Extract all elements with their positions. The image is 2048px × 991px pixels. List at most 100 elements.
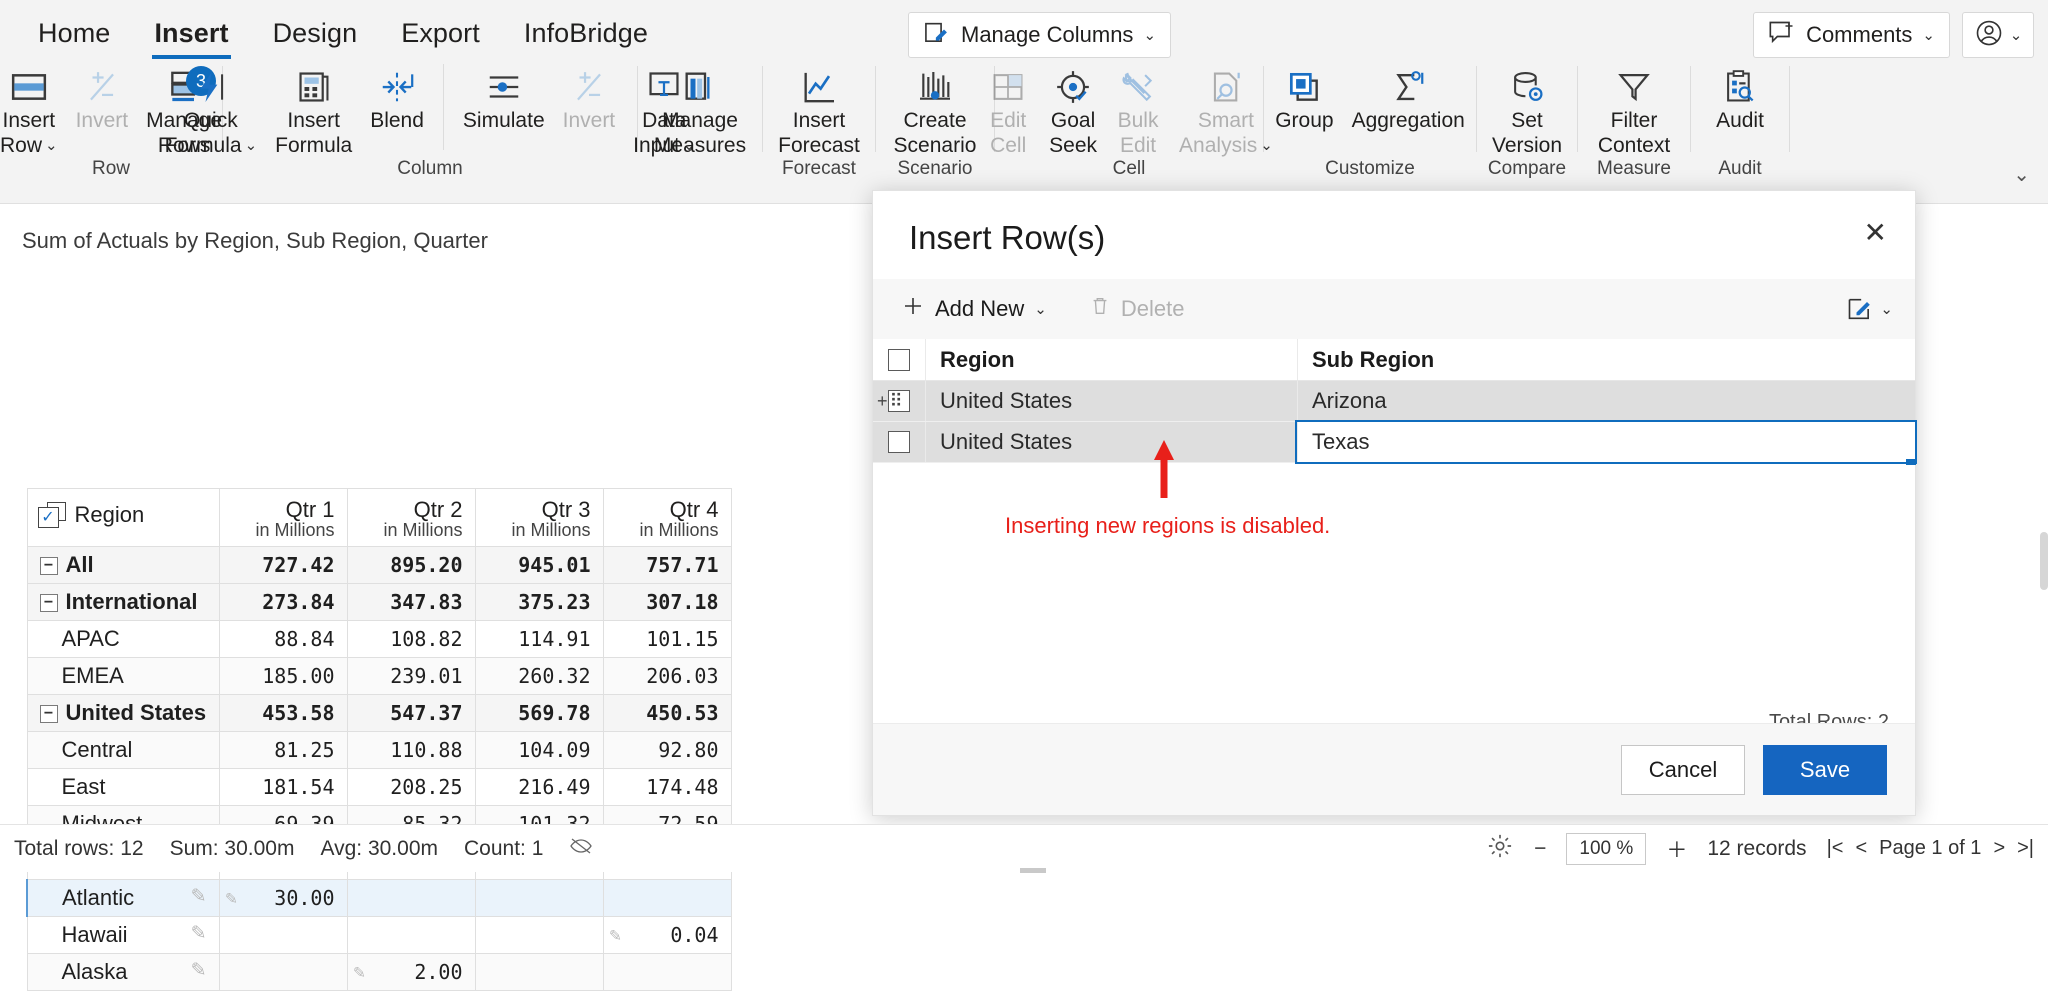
set-version-button[interactable]: Set Version [1483, 62, 1571, 162]
close-icon[interactable]: ✕ [1864, 219, 1887, 247]
grid-cell[interactable]: 260.32 [474, 657, 604, 695]
grid-row[interactable]: Alaska ✎ ✎ 2.00 [26, 953, 732, 991]
grid-cell[interactable]: 569.78 [474, 694, 604, 732]
grid-cell[interactable] [474, 916, 604, 954]
zoom-level[interactable]: 100 % [1566, 832, 1647, 865]
select-all-checkbox[interactable] [888, 348, 910, 371]
collapse-ribbon-icon[interactable]: ⌄ [2013, 162, 2030, 187]
last-page-button[interactable]: >| [2017, 837, 2034, 860]
grid-row[interactable]: − International 273.84 347.83 375.23 307.18 [26, 583, 732, 621]
grid-row[interactable]: − All 727.42 895.20 945.01 757.71 [26, 546, 732, 584]
grid-cell[interactable]: 174.48 [602, 768, 732, 806]
row-label-cell[interactable]: Hawaii ✎ [26, 916, 220, 954]
blend-button[interactable]: Blend [361, 62, 433, 137]
group-button[interactable]: Group [1266, 62, 1342, 137]
quick-formula-button[interactable]: Quick Formula ⌄ [156, 62, 267, 162]
tab-infobridge[interactable]: InfoBridge [502, 10, 670, 57]
edit-cell-button[interactable]: Edit Cell [976, 62, 1040, 162]
row-checkbox[interactable] [888, 431, 910, 453]
grid-row[interactable]: East 181.54 208.25 216.49 174.48 [26, 768, 732, 806]
dialog-row[interactable]: United States Texas [873, 420, 1917, 465]
column-header-qtr-3[interactable]: Qtr 3 in Millions [474, 488, 604, 547]
row-select-cell[interactable] [873, 431, 925, 453]
select-all-cell[interactable] [873, 348, 925, 371]
cancel-button[interactable]: Cancel [1621, 744, 1745, 795]
grid-row[interactable]: EMEA 185.00 239.01 260.32 206.03 [26, 657, 732, 695]
column-header-region[interactable]: Region [925, 339, 1297, 380]
next-page-button[interactable]: > [1993, 837, 2005, 860]
grid-cell[interactable] [602, 879, 732, 917]
audit-button[interactable]: Audit [1707, 62, 1773, 137]
grid-cell[interactable]: 110.88 [346, 731, 476, 769]
bulk-edit-button[interactable]: Bulk Edit [1106, 62, 1170, 162]
grid-cell[interactable]: 727.42 [218, 546, 348, 584]
cell-region[interactable]: United States [925, 381, 1297, 421]
grid-cell[interactable]: 757.71 [602, 546, 732, 584]
row-label-cell[interactable]: − All [26, 546, 220, 584]
row-drag-handle[interactable]: + ⠿ [877, 391, 903, 412]
cell-sub-region[interactable]: Texas [1295, 420, 1917, 465]
grid-cell[interactable] [602, 953, 732, 991]
grid-cell[interactable] [474, 879, 604, 917]
invert-column-button[interactable]: Invert [554, 62, 625, 137]
row-label-cell[interactable]: − International [26, 583, 220, 621]
tab-insert[interactable]: Insert [132, 10, 250, 59]
grid-cell[interactable]: 347.83 [346, 583, 476, 621]
vertical-scrollbar-thumb[interactable] [2040, 532, 2048, 590]
filter-context-button[interactable]: Filter Context [1589, 62, 1679, 162]
settings-gear-icon[interactable] [1486, 832, 1514, 866]
grid-row[interactable]: Hawaii ✎ ✎ 0.04 [26, 916, 732, 954]
grid-cell[interactable] [218, 953, 348, 991]
account-button[interactable]: ⌄ [1962, 12, 2034, 58]
cell-sub-region[interactable]: Arizona [1297, 381, 1915, 421]
goal-seek-button[interactable]: Goal Seek [1040, 62, 1106, 162]
zoom-out-button[interactable]: − [1534, 837, 1546, 861]
tab-design[interactable]: Design [251, 10, 380, 57]
invert-row-button[interactable]: Invert [67, 62, 138, 137]
column-header-sub-region[interactable]: Sub Region [1297, 339, 1915, 380]
grid-cell[interactable]: 185.00 [218, 657, 348, 695]
grid-row[interactable]: Central 81.25 110.88 104.09 92.80 [26, 731, 732, 769]
expander-icon[interactable]: − [39, 557, 58, 576]
grid-row[interactable]: Atlantic ✎ ✎ 30.00 [26, 879, 732, 917]
delete-button[interactable]: Delete [1075, 294, 1199, 324]
cell-region[interactable]: United States [925, 422, 1297, 462]
grid-cell[interactable]: 114.91 [474, 620, 604, 658]
tab-export[interactable]: Export [379, 10, 502, 57]
grid-cell[interactable]: 895.20 [346, 546, 476, 584]
grid-cell[interactable]: 547.37 [346, 694, 476, 732]
column-header-qtr-1[interactable]: Qtr 1 in Millions [218, 488, 348, 547]
column-header-qtr-4[interactable]: Qtr 4 in Millions [602, 488, 732, 547]
column-header-region[interactable]: ✓ Region [26, 488, 220, 547]
insert-forecast-button[interactable]: Insert Forecast [769, 62, 869, 162]
grid-cell[interactable]: 88.84 [218, 620, 348, 658]
horizontal-scrollbar-thumb[interactable] [1020, 868, 1046, 873]
grid-cell[interactable]: 92.80 [602, 731, 732, 769]
row-label-cell[interactable]: APAC [26, 620, 220, 658]
grid-cell[interactable]: 216.49 [474, 768, 604, 806]
first-page-button[interactable]: |< [1827, 837, 1844, 860]
row-label-cell[interactable]: Atlantic ✎ [26, 879, 220, 917]
dialog-row[interactable]: + ⠿ United States Arizona [873, 381, 1915, 422]
expander-icon[interactable]: − [39, 594, 58, 613]
grid-cell[interactable]: 101.15 [602, 620, 732, 658]
grid-cell[interactable]: ✎ 0.04 [602, 916, 732, 954]
row-label-cell[interactable]: Central [26, 731, 220, 769]
simulate-button[interactable]: Simulate [454, 62, 554, 137]
insert-row-button[interactable]: Insert Row ⌄ [0, 62, 67, 162]
grid-cell[interactable]: 273.84 [218, 583, 348, 621]
row-label-cell[interactable]: Alaska ✎ [26, 953, 220, 991]
grid-cell[interactable]: 104.09 [474, 731, 604, 769]
grid-cell[interactable]: 450.53 [602, 694, 732, 732]
insert-formula-button[interactable]: Insert Formula [266, 62, 361, 162]
grid-cell[interactable] [474, 953, 604, 991]
add-new-button[interactable]: Add New ⌄ [887, 294, 1061, 324]
grid-cell[interactable]: 307.18 [602, 583, 732, 621]
grid-cell[interactable]: 945.01 [474, 546, 604, 584]
hide-stats-icon[interactable] [569, 836, 593, 862]
grid-cell[interactable]: 108.82 [346, 620, 476, 658]
row-label-cell[interactable]: EMEA [26, 657, 220, 695]
grid-cell[interactable] [346, 916, 476, 954]
grid-cell[interactable]: ✎ 2.00 [346, 953, 476, 991]
aggregation-button[interactable]: Aggregation [1343, 62, 1474, 137]
